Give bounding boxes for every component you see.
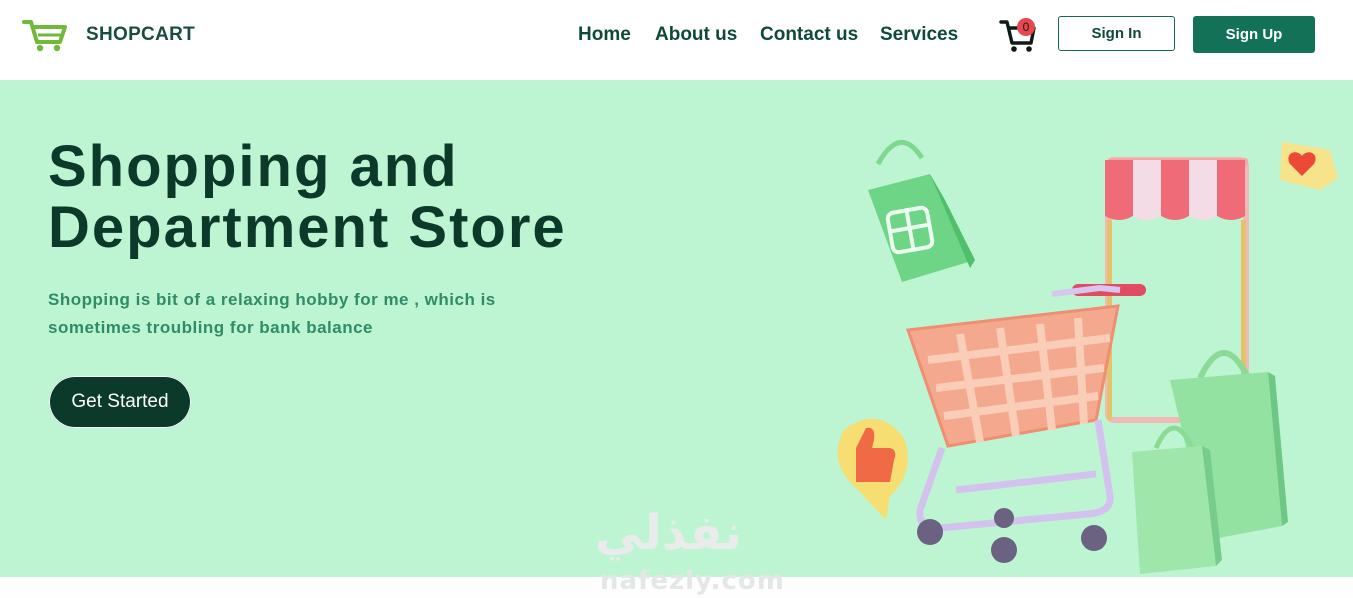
watermark-arabic: نفذلي bbox=[595, 505, 742, 561]
nav-about-us[interactable]: About us bbox=[655, 24, 737, 46]
heart-bubble-icon bbox=[1280, 142, 1338, 190]
shopping-cart-3d bbox=[905, 284, 1146, 563]
hero-title-line-1: Shopping and bbox=[48, 134, 459, 199]
hero-subtitle: Shopping is bit of a relaxing hobby for … bbox=[48, 286, 548, 342]
get-started-button[interactable]: Get Started bbox=[49, 376, 191, 428]
sign-up-button[interactable]: Sign Up bbox=[1193, 16, 1315, 53]
watermark-latin: nafezly.com bbox=[600, 566, 785, 596]
nav-home[interactable]: Home bbox=[578, 24, 631, 46]
thumbs-up-bubble-icon bbox=[837, 418, 908, 520]
top-navbar: SHOPCART Home About us Contact us Servic… bbox=[0, 0, 1353, 80]
nav-services[interactable]: Services bbox=[880, 24, 958, 46]
hero-title-line-2: Department Store bbox=[48, 195, 567, 260]
gift-bag-icon bbox=[868, 139, 975, 282]
shopping-bags bbox=[1132, 350, 1288, 574]
cart-count-badge: 0 bbox=[1017, 18, 1035, 36]
hero-subtitle-line-1: Shopping is bit of a relaxing hobby for … bbox=[48, 290, 496, 309]
brand-name[interactable]: SHOPCART bbox=[86, 24, 195, 46]
hero-subtitle-line-2: sometimes troubling for bank balance bbox=[48, 318, 374, 337]
shopping-illustration bbox=[837, 139, 1338, 574]
sign-in-button[interactable]: Sign In bbox=[1058, 16, 1175, 51]
shopping-cart-logo-icon[interactable] bbox=[22, 16, 68, 54]
nav-contact-us[interactable]: Contact us bbox=[760, 24, 858, 46]
hero-section: Shopping and Department Store Shopping i… bbox=[0, 80, 1353, 577]
hero-title: Shopping and Department Store bbox=[48, 136, 567, 258]
